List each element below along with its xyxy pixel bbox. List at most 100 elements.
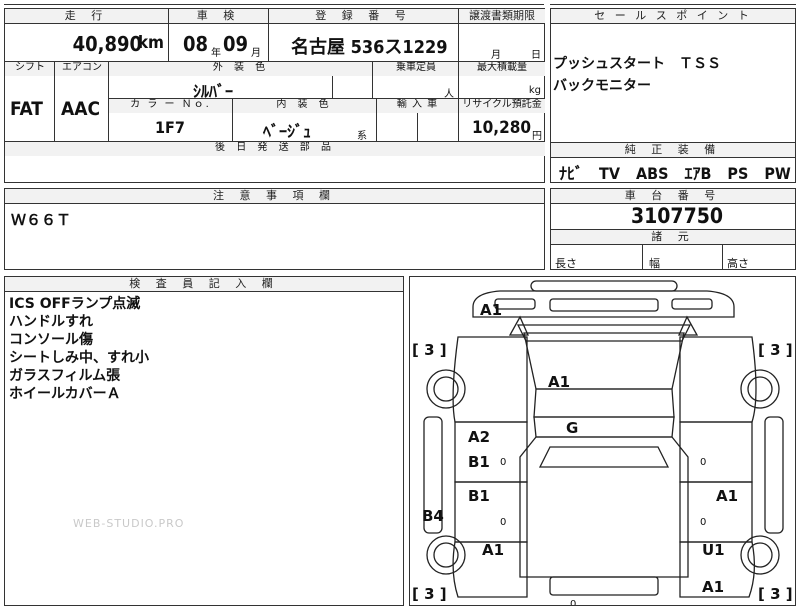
transfer-deadline-header: 譲渡書類期限: [459, 9, 545, 23]
inspection-year-unit: 年: [211, 48, 221, 59]
zero-mark-2: 0: [500, 517, 506, 528]
inspector-line-4: シートしみ中、すれ小: [9, 350, 149, 366]
capacity-unit: 人: [444, 89, 454, 100]
top-edge-strip-right: [550, 0, 796, 5]
interior-color-value: ﾍﾞｰｼﾞｭ: [263, 122, 312, 141]
color-no-value: 1F7: [155, 118, 185, 137]
mark-left-rear-door: B1: [468, 487, 490, 505]
mark-front-bumper: A1: [480, 301, 502, 319]
watermark: WEB-STUDIO.PRO: [73, 517, 185, 530]
rear-glass: [538, 446, 670, 468]
recycle-value: 10,280: [471, 118, 531, 138]
spec-height-label: 高さ: [727, 257, 749, 270]
exterior-color-header: 外 装 色: [109, 62, 372, 76]
import-header: 輸 入 車: [377, 99, 459, 113]
aircon-value: AAC: [61, 98, 101, 120]
zero-mark-5: 0: [570, 599, 576, 606]
mark-roof: G: [566, 419, 578, 437]
shift-header: シフト: [5, 62, 54, 76]
windshield: [533, 388, 675, 418]
vehicle-info-table: 走 行 車 検 登 録 番 号 譲渡書類期限 40,890 km 08 年 09…: [4, 8, 545, 183]
caution-value: Ｗ６６Ｔ: [11, 211, 72, 229]
zero-mark-3: 0: [700, 457, 706, 468]
registration-header: 登 録 番 号: [269, 9, 458, 23]
mileage-header: 走 行: [5, 9, 168, 23]
mark-right-rear-door: A1: [716, 487, 738, 505]
left-front-fender: [452, 336, 528, 423]
rear-left-wheel: [426, 535, 466, 575]
spec-length-label: 長さ: [555, 257, 577, 270]
max-load-unit: kg: [528, 85, 541, 96]
zero-mark-1: 0: [500, 457, 506, 468]
mark-left-front-door-a: A2: [468, 428, 490, 446]
genuine-equipment-value: ﾅﾋﾞ TV ABS ｴｱB PS PW: [559, 164, 791, 183]
mark-left-front-door-b: B1: [468, 453, 490, 471]
inspector-header: 検 査 員 記 入 欄: [5, 277, 403, 292]
shift-value: FAT: [10, 98, 43, 120]
inspector-line-6: ホイールカバーＡ: [9, 386, 121, 402]
front-left-wheel: [426, 369, 466, 409]
mark-right-rear-fender-u: U1: [702, 541, 725, 559]
roof-front: [533, 416, 675, 438]
front-outline: [472, 290, 735, 318]
bracket-rear-right: [ 3 ]: [758, 585, 793, 603]
front-bumper-outline: [530, 280, 678, 292]
grille: [549, 298, 659, 312]
later-parts-header: 後 日 発 送 部 品: [5, 142, 545, 156]
color-no-header: カ ラ ー Ｎｏ.: [109, 99, 233, 113]
bracket-rear-left: [ 3 ]: [412, 585, 447, 603]
bracket-front-right: [ 3 ]: [758, 341, 793, 359]
specs-box: 諸 元 長さ 幅 高さ: [550, 229, 796, 270]
damage-diagram: A1 A1 G A2 B1 B1 B4 A1 A1 A1 U1 A1 [ 3 ]…: [409, 276, 796, 606]
right-front-fender: [679, 336, 757, 423]
transfer-month-unit: 月: [491, 50, 501, 61]
left-rear-door: [454, 481, 528, 543]
mileage-value: 40,890: [72, 32, 142, 56]
genuine-equipment-box: 純 正 装 備 ﾅﾋﾞ TV ABS ｴｱB PS PW: [550, 142, 796, 183]
trunk: [549, 576, 659, 596]
caution-box: 注 意 事 項 欄 Ｗ６６Ｔ: [4, 188, 545, 270]
top-edge-strip: [4, 0, 544, 5]
inspector-box: 検 査 員 記 入 欄 ICS OFFランプ点滅 ハンドルすれ コンソール傷 シ…: [4, 276, 404, 606]
inspector-line-2: ハンドルすれ: [9, 314, 93, 330]
recycle-unit: 円: [532, 131, 542, 142]
sales-point-line-2: バックモニター: [553, 78, 651, 94]
recycle-header: リサイクル預託金: [459, 99, 545, 113]
chassis-box: 車 台 番 号 3107750: [550, 188, 796, 230]
right-sill: [764, 416, 784, 534]
interior-color-header: 内 装 色: [233, 99, 377, 113]
mark-hood: A1: [548, 373, 570, 391]
aircon-header: エアコン: [55, 62, 108, 76]
genuine-equipment-header: 純 正 装 備: [551, 143, 795, 158]
mark-left-rear-fender: A1: [482, 541, 504, 559]
capacity-header: 乗車定員: [373, 62, 458, 76]
sales-point-header: セ ー ル ス ポ イ ン ト: [551, 9, 795, 24]
caution-header: 注 意 事 項 欄: [5, 189, 544, 204]
inspection-year: 08: [183, 32, 209, 56]
bracket-front-left: [ 3 ]: [412, 341, 447, 359]
mileage-unit: km: [137, 33, 164, 53]
interior-color-suffix: 系: [357, 131, 367, 142]
chassis-header: 車 台 番 号: [551, 189, 795, 204]
inspection-header: 車 検: [169, 9, 268, 23]
spec-width-label: 幅: [649, 257, 660, 270]
sales-point-box: セ ー ル ス ポ イ ン ト プッシュスタート ＴＳＳ バックモニター: [550, 8, 796, 143]
left-front-door: [454, 421, 528, 483]
zero-mark-4: 0: [700, 517, 706, 528]
front-right-wheel: [740, 369, 780, 409]
inspection-month-unit: 月: [251, 48, 261, 59]
right-headlight: [671, 298, 713, 310]
specs-header: 諸 元: [551, 230, 795, 245]
inspector-line-1: ICS OFFランプ点滅: [9, 296, 141, 312]
car-diagram-svg: A1 A1 G A2 B1 B1 B4 A1 A1 A1 U1 A1 [ 3 ]…: [412, 280, 793, 606]
transfer-day-unit: 日: [531, 50, 541, 61]
mark-rear-bumper: A1: [702, 578, 724, 596]
sales-point-line-1: プッシュスタート ＴＳＳ: [553, 56, 721, 72]
right-mirror: [677, 315, 699, 336]
chassis-value: 3107750: [631, 204, 724, 228]
max-load-header: 最大積載量: [459, 62, 545, 76]
mark-left-sill: B4: [422, 507, 444, 525]
inspector-line-3: コンソール傷: [9, 332, 93, 348]
rear-right-wheel: [740, 535, 780, 575]
right-front-door: [679, 421, 753, 483]
